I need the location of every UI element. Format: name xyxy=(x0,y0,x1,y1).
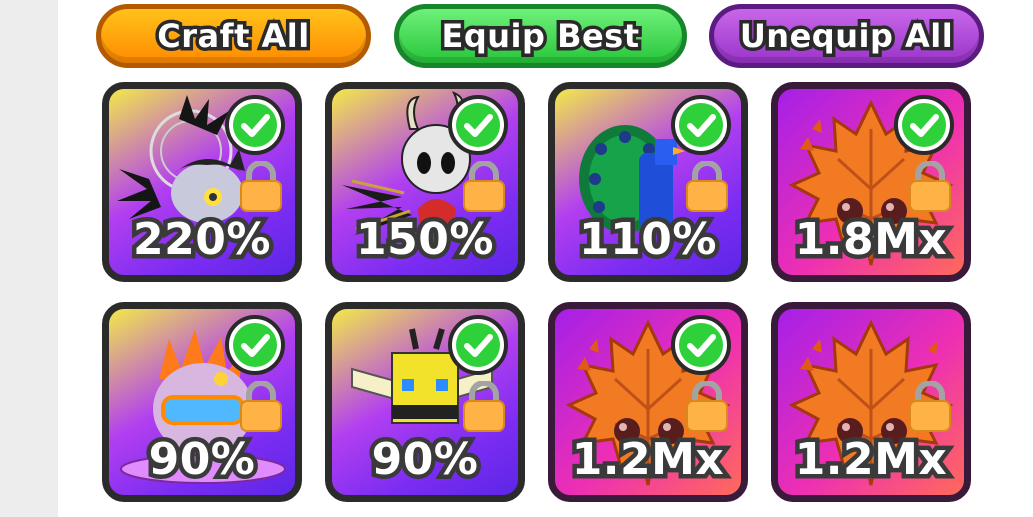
equipped-check-icon xyxy=(671,95,731,155)
equipped-check-icon xyxy=(448,315,508,375)
lock-icon[interactable] xyxy=(462,381,506,433)
equipped-check-icon xyxy=(894,95,954,155)
lock-icon[interactable] xyxy=(685,161,729,213)
craft-all-button[interactable]: Craft All xyxy=(96,4,371,68)
pet-card-4[interactable]: 1.8Mx xyxy=(771,82,971,282)
pet-card-3[interactable]: 110% xyxy=(548,82,748,282)
unequip-all-label: Unequip All xyxy=(736,14,956,59)
pet-card-2[interactable]: 150% xyxy=(325,82,525,282)
equipped-check-icon xyxy=(225,95,285,155)
pet-multiplier: 1.2Mx xyxy=(790,430,951,490)
lock-icon[interactable] xyxy=(239,381,283,433)
lock-icon[interactable] xyxy=(462,161,506,213)
pet-multiplier: 90% xyxy=(367,430,482,490)
lock-icon[interactable] xyxy=(685,381,729,433)
equipped-check-icon xyxy=(448,95,508,155)
pet-multiplier: 1.8Mx xyxy=(790,210,951,270)
pet-multiplier: 110% xyxy=(575,210,721,270)
left-background-strip xyxy=(0,0,58,517)
lock-icon[interactable] xyxy=(908,161,952,213)
equip-best-button[interactable]: Equip Best xyxy=(394,4,687,68)
equipped-check-icon xyxy=(225,315,285,375)
pet-card-7[interactable]: 1.2Mx xyxy=(548,302,748,502)
pet-multiplier: 220% xyxy=(129,210,275,270)
lock-icon[interactable] xyxy=(239,161,283,213)
craft-all-label: Craft All xyxy=(154,14,313,59)
equip-best-label: Equip Best xyxy=(438,14,643,59)
pet-card-5[interactable]: 90% xyxy=(102,302,302,502)
lock-icon[interactable] xyxy=(908,381,952,433)
pet-multiplier: 90% xyxy=(144,430,259,490)
pet-multiplier: 150% xyxy=(352,210,498,270)
pet-card-1[interactable]: 220% xyxy=(102,82,302,282)
pet-card-8[interactable]: 1.2Mx xyxy=(771,302,971,502)
equipped-check-icon xyxy=(671,315,731,375)
unequip-all-button[interactable]: Unequip All xyxy=(709,4,984,68)
pet-card-6[interactable]: 90% xyxy=(325,302,525,502)
pet-multiplier: 1.2Mx xyxy=(567,430,728,490)
